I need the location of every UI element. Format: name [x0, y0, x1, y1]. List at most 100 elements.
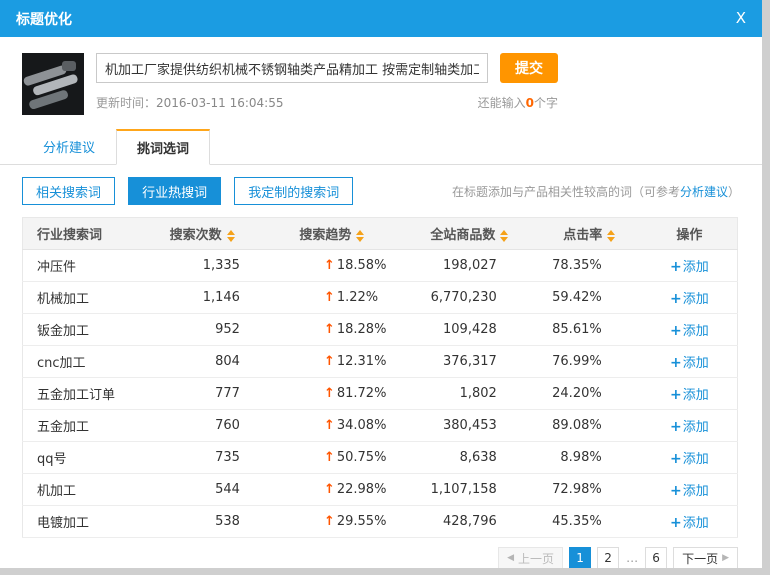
total-products-cell: 198,027 — [402, 250, 537, 282]
click-rate-cell: 78.35% — [537, 250, 642, 282]
sort-down-icon — [356, 237, 364, 242]
search-trend-cell: ↑18.58% — [262, 250, 402, 282]
total-products-cell: 380,453 — [402, 410, 537, 442]
sort-icon[interactable] — [356, 230, 364, 242]
filter-my-custom-keywords[interactable]: 我定制的搜索词 — [234, 177, 353, 205]
action-cell: +添加 — [642, 282, 738, 314]
hint-suffix: ） — [728, 185, 740, 199]
total-products-cell: 8,638 — [402, 442, 537, 474]
search-trend-cell: ↑34.08% — [262, 410, 402, 442]
next-page-button[interactable]: 下一页▶ — [673, 547, 738, 568]
add-keyword-button[interactable]: +添加 — [670, 292, 709, 307]
search-trend-cell: ↑1.22% — [262, 282, 402, 314]
search-count-cell: 1,146 — [142, 282, 262, 314]
product-section: 提交 更新时间：2016-03-11 16:04:55 还能输入0个字 — [0, 37, 762, 115]
page-button-6[interactable]: 6 — [645, 547, 667, 568]
click-rate-cell: 8.98% — [537, 442, 642, 474]
column-header-click-rate: 点击率 — [537, 218, 642, 250]
filter-section: 相关搜索词 行业热搜词 我定制的搜索词 在标题添加与产品相关性较高的词（可参考分… — [0, 165, 762, 217]
close-icon[interactable]: X — [736, 11, 746, 26]
table-header-row: 行业搜索词 搜索次数 搜索趋势 全站商品数 点击率 操作 — [23, 218, 738, 250]
click-rate-cell: 76.99% — [537, 346, 642, 378]
keyword-cell: 电镀加工 — [23, 506, 143, 538]
table-row: 机械加工 1,146 ↑1.22% 6,770,230 59.42% +添加 — [23, 282, 738, 314]
keyword-cell: cnc加工 — [23, 346, 143, 378]
dialog-title: 标题优化 — [16, 9, 72, 29]
add-keyword-button[interactable]: +添加 — [670, 324, 709, 339]
prev-page-button[interactable]: ◀上一页 — [498, 547, 563, 568]
add-keyword-button[interactable]: +添加 — [670, 260, 709, 275]
table-row: 机加工 544 ↑22.98% 1,107,158 72.98% +添加 — [23, 474, 738, 506]
title-input[interactable] — [96, 53, 488, 83]
action-cell: +添加 — [642, 378, 738, 410]
sort-icon[interactable] — [607, 230, 615, 242]
trend-up-icon: ↑ — [324, 354, 335, 369]
total-products-cell: 1,802 — [402, 378, 537, 410]
search-trend-cell: ↑12.31% — [262, 346, 402, 378]
analysis-suggestions-link[interactable]: 分析建议 — [680, 185, 728, 199]
search-count-cell: 735 — [142, 442, 262, 474]
product-image — [22, 53, 84, 115]
title-edit-area: 提交 更新时间：2016-03-11 16:04:55 还能输入0个字 — [96, 53, 740, 115]
total-products-cell: 376,317 — [402, 346, 537, 378]
sort-icon[interactable] — [500, 230, 508, 242]
left-arrow-icon: ◀ — [507, 553, 514, 563]
total-products-cell: 109,428 — [402, 314, 537, 346]
page-ellipsis: … — [625, 551, 639, 565]
dialog-header: 标题优化 X — [0, 0, 762, 37]
hint-prefix: 在标题添加与产品相关性较高的词（可参考 — [452, 185, 680, 199]
add-keyword-button[interactable]: +添加 — [670, 356, 709, 371]
table-row: 电镀加工 538 ↑29.55% 428,796 45.35% +添加 — [23, 506, 738, 538]
submit-button[interactable]: 提交 — [500, 53, 558, 83]
table-body: 冲压件 1,335 ↑18.58% 198,027 78.35% +添加 机械加… — [23, 250, 738, 538]
metal-shafts-picture — [22, 53, 84, 115]
column-label: 点击率 — [563, 228, 602, 243]
update-time: 更新时间：2016-03-11 16:04:55 — [96, 94, 283, 111]
keyword-cell: 机加工 — [23, 474, 143, 506]
tab-analysis-suggestions[interactable]: 分析建议 — [22, 129, 116, 165]
search-trend-cell: ↑81.72% — [262, 378, 402, 410]
page-button-1[interactable]: 1 — [569, 547, 591, 568]
search-trend-cell: ↑18.28% — [262, 314, 402, 346]
plus-icon: + — [670, 515, 682, 531]
remaining-count: 0 — [526, 96, 534, 110]
keyword-cell: 五金加工订单 — [23, 378, 143, 410]
click-rate-cell: 85.61% — [537, 314, 642, 346]
plus-icon: + — [670, 419, 682, 435]
column-header-action: 操作 — [642, 218, 738, 250]
keyword-cell: 机械加工 — [23, 282, 143, 314]
update-time-value: 2016-03-11 16:04:55 — [156, 96, 283, 110]
trend-up-icon: ↑ — [324, 322, 335, 337]
search-count-cell: 777 — [142, 378, 262, 410]
keyword-table: 行业搜索词 搜索次数 搜索趋势 全站商品数 点击率 操作 — [22, 217, 738, 538]
table-row: qq号 735 ↑50.75% 8,638 8.98% +添加 — [23, 442, 738, 474]
sort-icon[interactable] — [227, 230, 235, 242]
action-cell: +添加 — [642, 410, 738, 442]
filter-industry-hot-keywords[interactable]: 行业热搜词 — [128, 177, 221, 205]
action-cell: +添加 — [642, 442, 738, 474]
plus-icon: + — [670, 291, 682, 307]
filter-related-keywords[interactable]: 相关搜索词 — [22, 177, 115, 205]
total-products-cell: 428,796 — [402, 506, 537, 538]
search-count-cell: 1,335 — [142, 250, 262, 282]
add-keyword-button[interactable]: +添加 — [670, 420, 709, 435]
page-button-2[interactable]: 2 — [597, 547, 619, 568]
column-label: 搜索次数 — [170, 228, 222, 243]
column-header-search-count: 搜索次数 — [142, 218, 262, 250]
add-keyword-button[interactable]: +添加 — [670, 452, 709, 467]
sort-up-icon — [607, 230, 615, 235]
column-header-total-products: 全站商品数 — [402, 218, 537, 250]
add-keyword-button[interactable]: +添加 — [670, 388, 709, 403]
sort-down-icon — [500, 237, 508, 242]
keyword-cell: 钣金加工 — [23, 314, 143, 346]
search-count-cell: 804 — [142, 346, 262, 378]
add-keyword-button[interactable]: +添加 — [670, 516, 709, 531]
search-count-cell: 538 — [142, 506, 262, 538]
search-trend-cell: ↑29.55% — [262, 506, 402, 538]
add-keyword-button[interactable]: +添加 — [670, 484, 709, 499]
trend-up-icon: ↑ — [324, 386, 335, 401]
total-products-cell: 1,107,158 — [402, 474, 537, 506]
click-rate-cell: 45.35% — [537, 506, 642, 538]
tab-word-selection[interactable]: 挑词选词 — [116, 129, 210, 165]
click-rate-cell: 24.20% — [537, 378, 642, 410]
